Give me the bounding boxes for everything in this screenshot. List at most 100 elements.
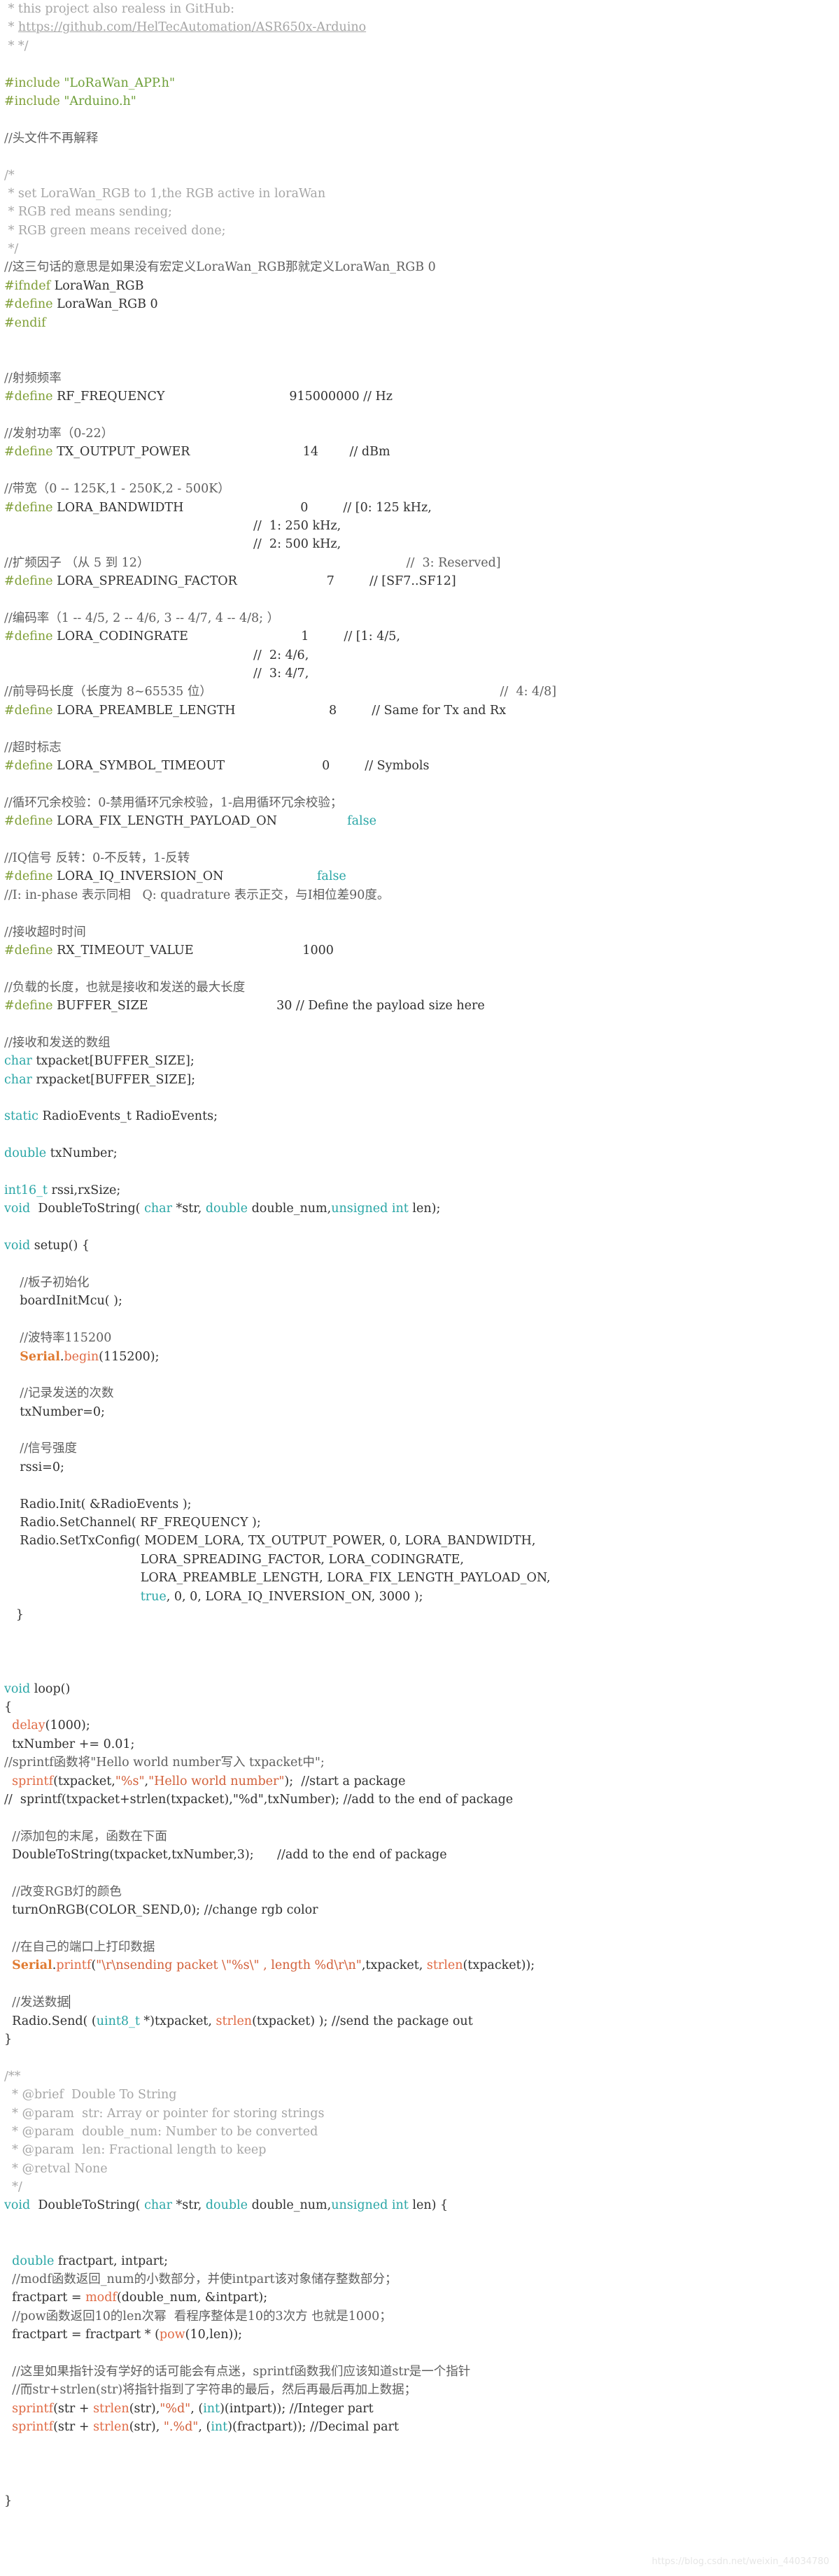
code-token: unsigned int — [331, 2198, 413, 2213]
code-token: #define — [4, 999, 57, 1013]
code-line: double txNumber; — [4, 1144, 836, 1162]
code-token: //编码率（1 -- 4/5, 2 -- 4/6, 3 -- 4/7, 4 --… — [4, 611, 280, 625]
code-line: //发射功率（0-22） — [4, 425, 836, 443]
code-token: boardInitMcu( ); — [4, 1294, 122, 1309]
code-token: //而str+strlen(str)将指针指到了字符串的最后，然后再最后再加上数… — [4, 2383, 417, 2398]
code-line: /** — [4, 2068, 836, 2086]
code-line: //编码率（1 -- 4/5, 2 -- 4/6, 3 -- 4/7, 4 --… — [4, 609, 836, 627]
code-line: Radio.SetTxConfig( MODEM_LORA, TX_OUTPUT… — [4, 1532, 836, 1550]
code-token: */ — [4, 242, 19, 257]
code-line: //波特率115200 — [4, 1329, 836, 1347]
code-token: // 3: 4/7, — [4, 667, 309, 681]
code-editor[interactable]: * this project also realess in GitHub: *… — [4, 0, 836, 2510]
code-token: int — [203, 2401, 220, 2416]
code-token: * — [4, 20, 18, 35]
code-token: //负载的长度，也就是接收和发送的最大长度 — [4, 980, 246, 995]
code-token: //接收超时时间 — [4, 925, 86, 939]
code-token: https://github.com/HelTecAutomation/ASR6… — [17, 20, 367, 35]
code-line: #define TX_OUTPUT_POWER 14 // dBm — [4, 443, 836, 461]
code-token: rxpacket[BUFFER_SIZE]; — [36, 1072, 196, 1087]
code-line: * set LoraWan_RGB to 1,the RGB active in… — [4, 185, 836, 203]
code-line: LORA_PREAMBLE_LENGTH, LORA_FIX_LENGTH_PA… — [4, 1569, 836, 1587]
code-token: void — [4, 1681, 34, 1696]
code-token: modf — [85, 2291, 117, 2305]
code-token: char — [144, 1202, 176, 1216]
code-line: //改变RGB灯的颜色 — [4, 1883, 836, 1901]
code-line: #define LORA_FIX_LENGTH_PAYLOAD_ON false — [4, 812, 836, 830]
text-cursor — [69, 1995, 70, 2009]
code-token: false — [347, 814, 376, 829]
code-token: //带宽（0 -- 125K,1 - 250K,2 - 500K） — [4, 482, 230, 497]
code-line: //前导码长度（长度为 8~65535 位） // 4: 4/8] — [4, 683, 836, 701]
code-token: #define — [4, 629, 57, 644]
code-token: setup() { — [34, 1239, 90, 1253]
code-token: , ( — [190, 2401, 204, 2416]
code-token: * this project also realess in GitHub: — [4, 2, 235, 16]
code-token: (txpacket, — [53, 1774, 115, 1788]
code-token: strlen — [426, 1958, 463, 1973]
code-line: // sprintf(txpacket+strlen(txpacket),"%d… — [4, 1791, 836, 1809]
code-token: LORA_CODINGRATE 1 // [1: 4/5, — [57, 629, 400, 644]
code-token: *)txpacket, — [143, 2014, 216, 2028]
code-token: Radio.SetTxConfig( MODEM_LORA, TX_OUTPUT… — [4, 1534, 536, 1549]
code-token: //前导码长度（长度为 8~65535 位） // 4: 4/8] — [4, 685, 557, 699]
code-token: LoraWan_RGB 0 — [57, 297, 158, 312]
code-token: //这三句话的意思是如果没有宏定义LoraWan_RGB那就定义LoraWan_… — [4, 260, 436, 275]
code-line: fractpart = modf(double_num, &intpart); — [4, 2289, 836, 2307]
code-token: *str, — [176, 1202, 206, 1216]
code-token: (double_num, &intpart); — [116, 2291, 268, 2305]
code-line: #include "Arduino.h" — [4, 92, 836, 111]
code-line: //而str+strlen(str)将指针指到了字符串的最后，然后再最后再加上数… — [4, 2381, 836, 2399]
code-token: Serial — [20, 1349, 60, 1364]
code-line: * @brief Double To String — [4, 2086, 836, 2104]
code-line: #define LORA_BANDWIDTH 0 // [0: 125 kHz, — [4, 499, 836, 517]
code-line: fractpart = fractpart * (pow(10,len)); — [4, 2326, 836, 2344]
code-token: #define — [4, 390, 57, 404]
code-line: //头文件不再解释 — [4, 129, 836, 148]
code-token: Serial — [12, 1958, 52, 1973]
code-token: #endif — [4, 315, 46, 330]
code-token: double — [205, 2198, 252, 2213]
code-token: #define — [4, 574, 57, 589]
code-line: { — [4, 1698, 836, 1716]
code-line: * @retval None — [4, 2160, 836, 2178]
code-token: delay — [12, 1718, 45, 1733]
code-line: //超时标志 — [4, 739, 836, 757]
code-token: //发射功率（0-22） — [4, 426, 114, 441]
code-token: #define — [4, 759, 57, 774]
code-token: "Hello world number" — [148, 1774, 285, 1788]
code-token: //sprintf函数将"Hello world number写入 txpack… — [4, 1756, 325, 1770]
code-line: #define LORA_CODINGRATE 1 // [1: 4/5, — [4, 627, 836, 646]
code-line: sprintf(str + strlen(str),"%d", (int)(in… — [4, 2400, 836, 2418]
code-token: */ — [4, 2180, 22, 2195]
code-token: } — [4, 2032, 13, 2047]
code-token: txNumber; — [50, 1146, 118, 1161]
code-line: void DoubleToString( char *str, double d… — [4, 1200, 836, 1218]
code-token: (str), — [129, 2420, 164, 2435]
code-token: TX_OUTPUT_POWER 14 // dBm — [57, 445, 390, 460]
code-line: char rxpacket[BUFFER_SIZE]; — [4, 1071, 836, 1089]
code-token: * @param str: Array or pointer for stori… — [4, 2106, 325, 2121]
code-token: Radio.Send( ( — [4, 2014, 97, 2028]
code-token: loop() — [34, 1681, 71, 1696]
code-token: //modf函数返回_num的小数部分，并使intpart该对象储存整数部分； — [4, 2272, 397, 2287]
code-token: ); //start a package — [284, 1774, 406, 1788]
code-line: * @param str: Array or pointer for stori… — [4, 2105, 836, 2123]
code-line: void setup() { — [4, 1237, 836, 1255]
code-token: double — [12, 2254, 58, 2268]
